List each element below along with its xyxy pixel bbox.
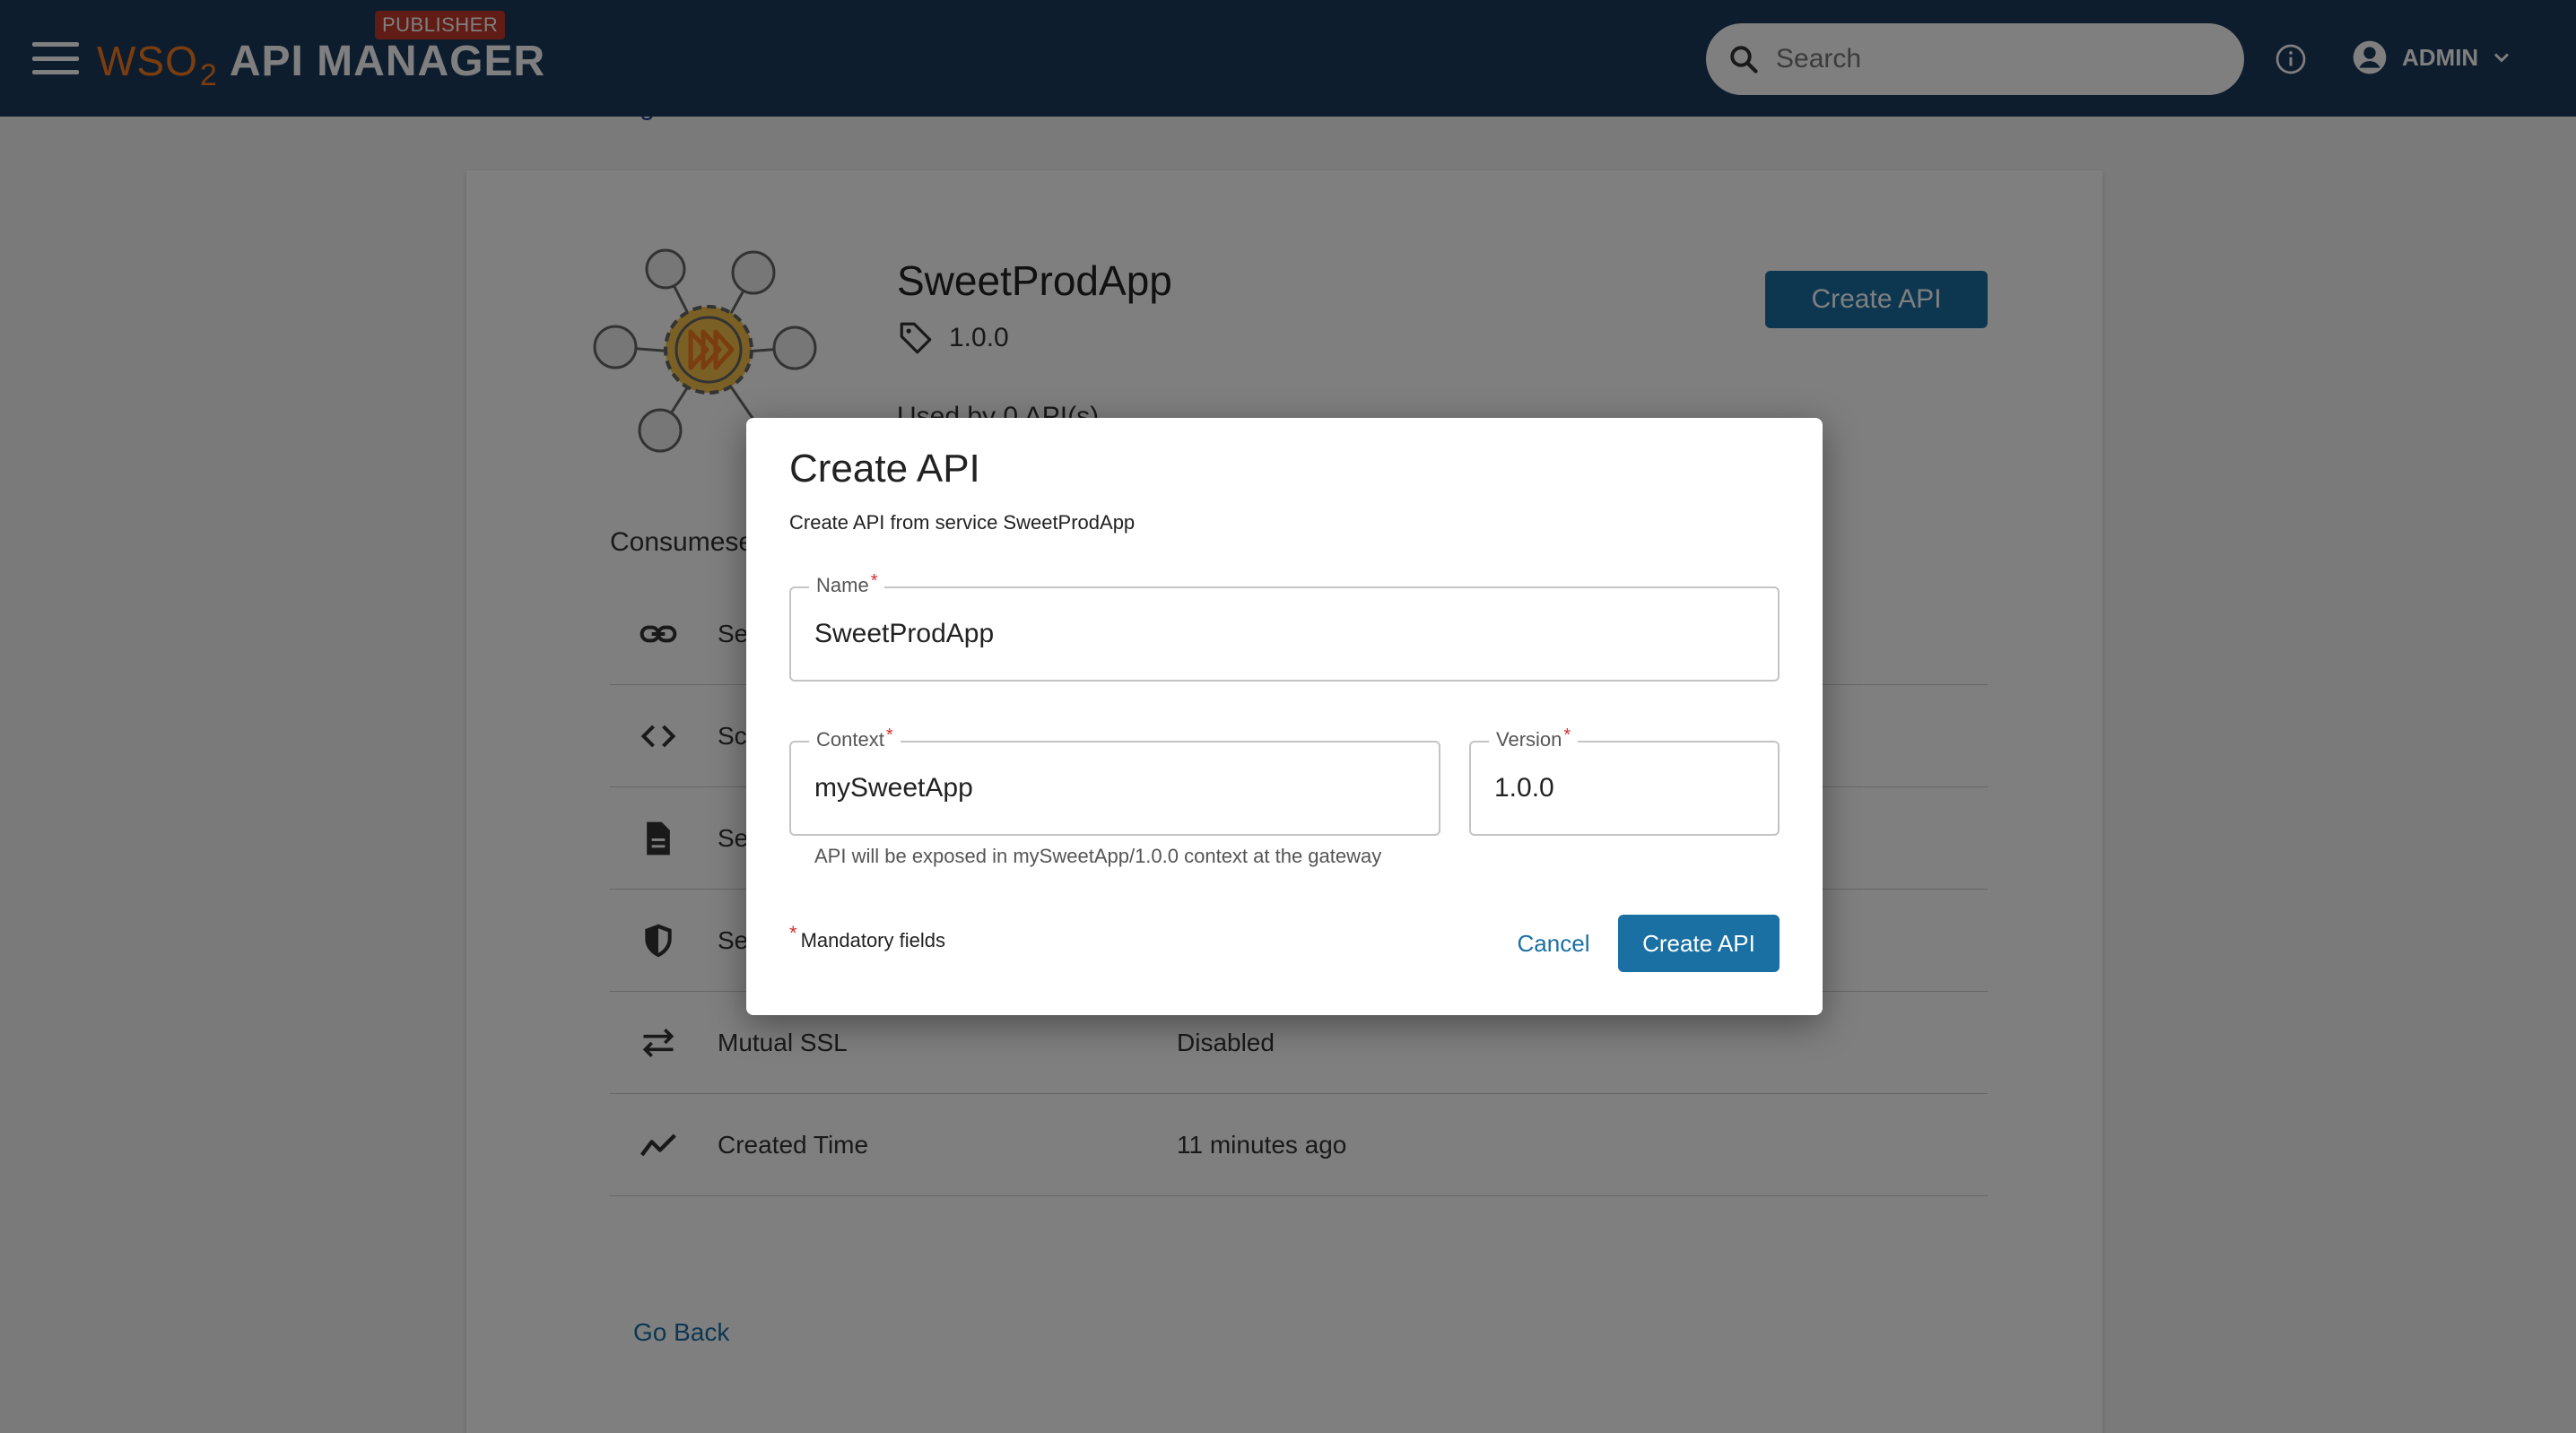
cancel-button[interactable]: Cancel <box>1510 915 1597 972</box>
dialog-title: Create API <box>789 447 980 491</box>
mandatory-text: Mandatory fields <box>800 929 945 951</box>
create-api-dialog: Create API Create API from service Sweet… <box>746 418 1823 1015</box>
name-field: Name * <box>789 571 1780 682</box>
version-input[interactable] <box>1494 743 1756 834</box>
dialog-subtitle: Create API from service SweetProdApp <box>789 511 1136 534</box>
version-field: Version * <box>1469 725 1780 836</box>
mandatory-fields-note: * Mandatory fields <box>789 922 945 952</box>
context-input[interactable] <box>814 743 1417 834</box>
context-field: Context * <box>789 725 1440 836</box>
name-input[interactable] <box>814 588 1756 680</box>
required-mark: * <box>789 922 797 944</box>
context-helper-text: API will be exposed in mySweetApp/1.0.0 … <box>814 845 1382 867</box>
dialog-create-api-button[interactable]: Create API <box>1618 915 1780 972</box>
